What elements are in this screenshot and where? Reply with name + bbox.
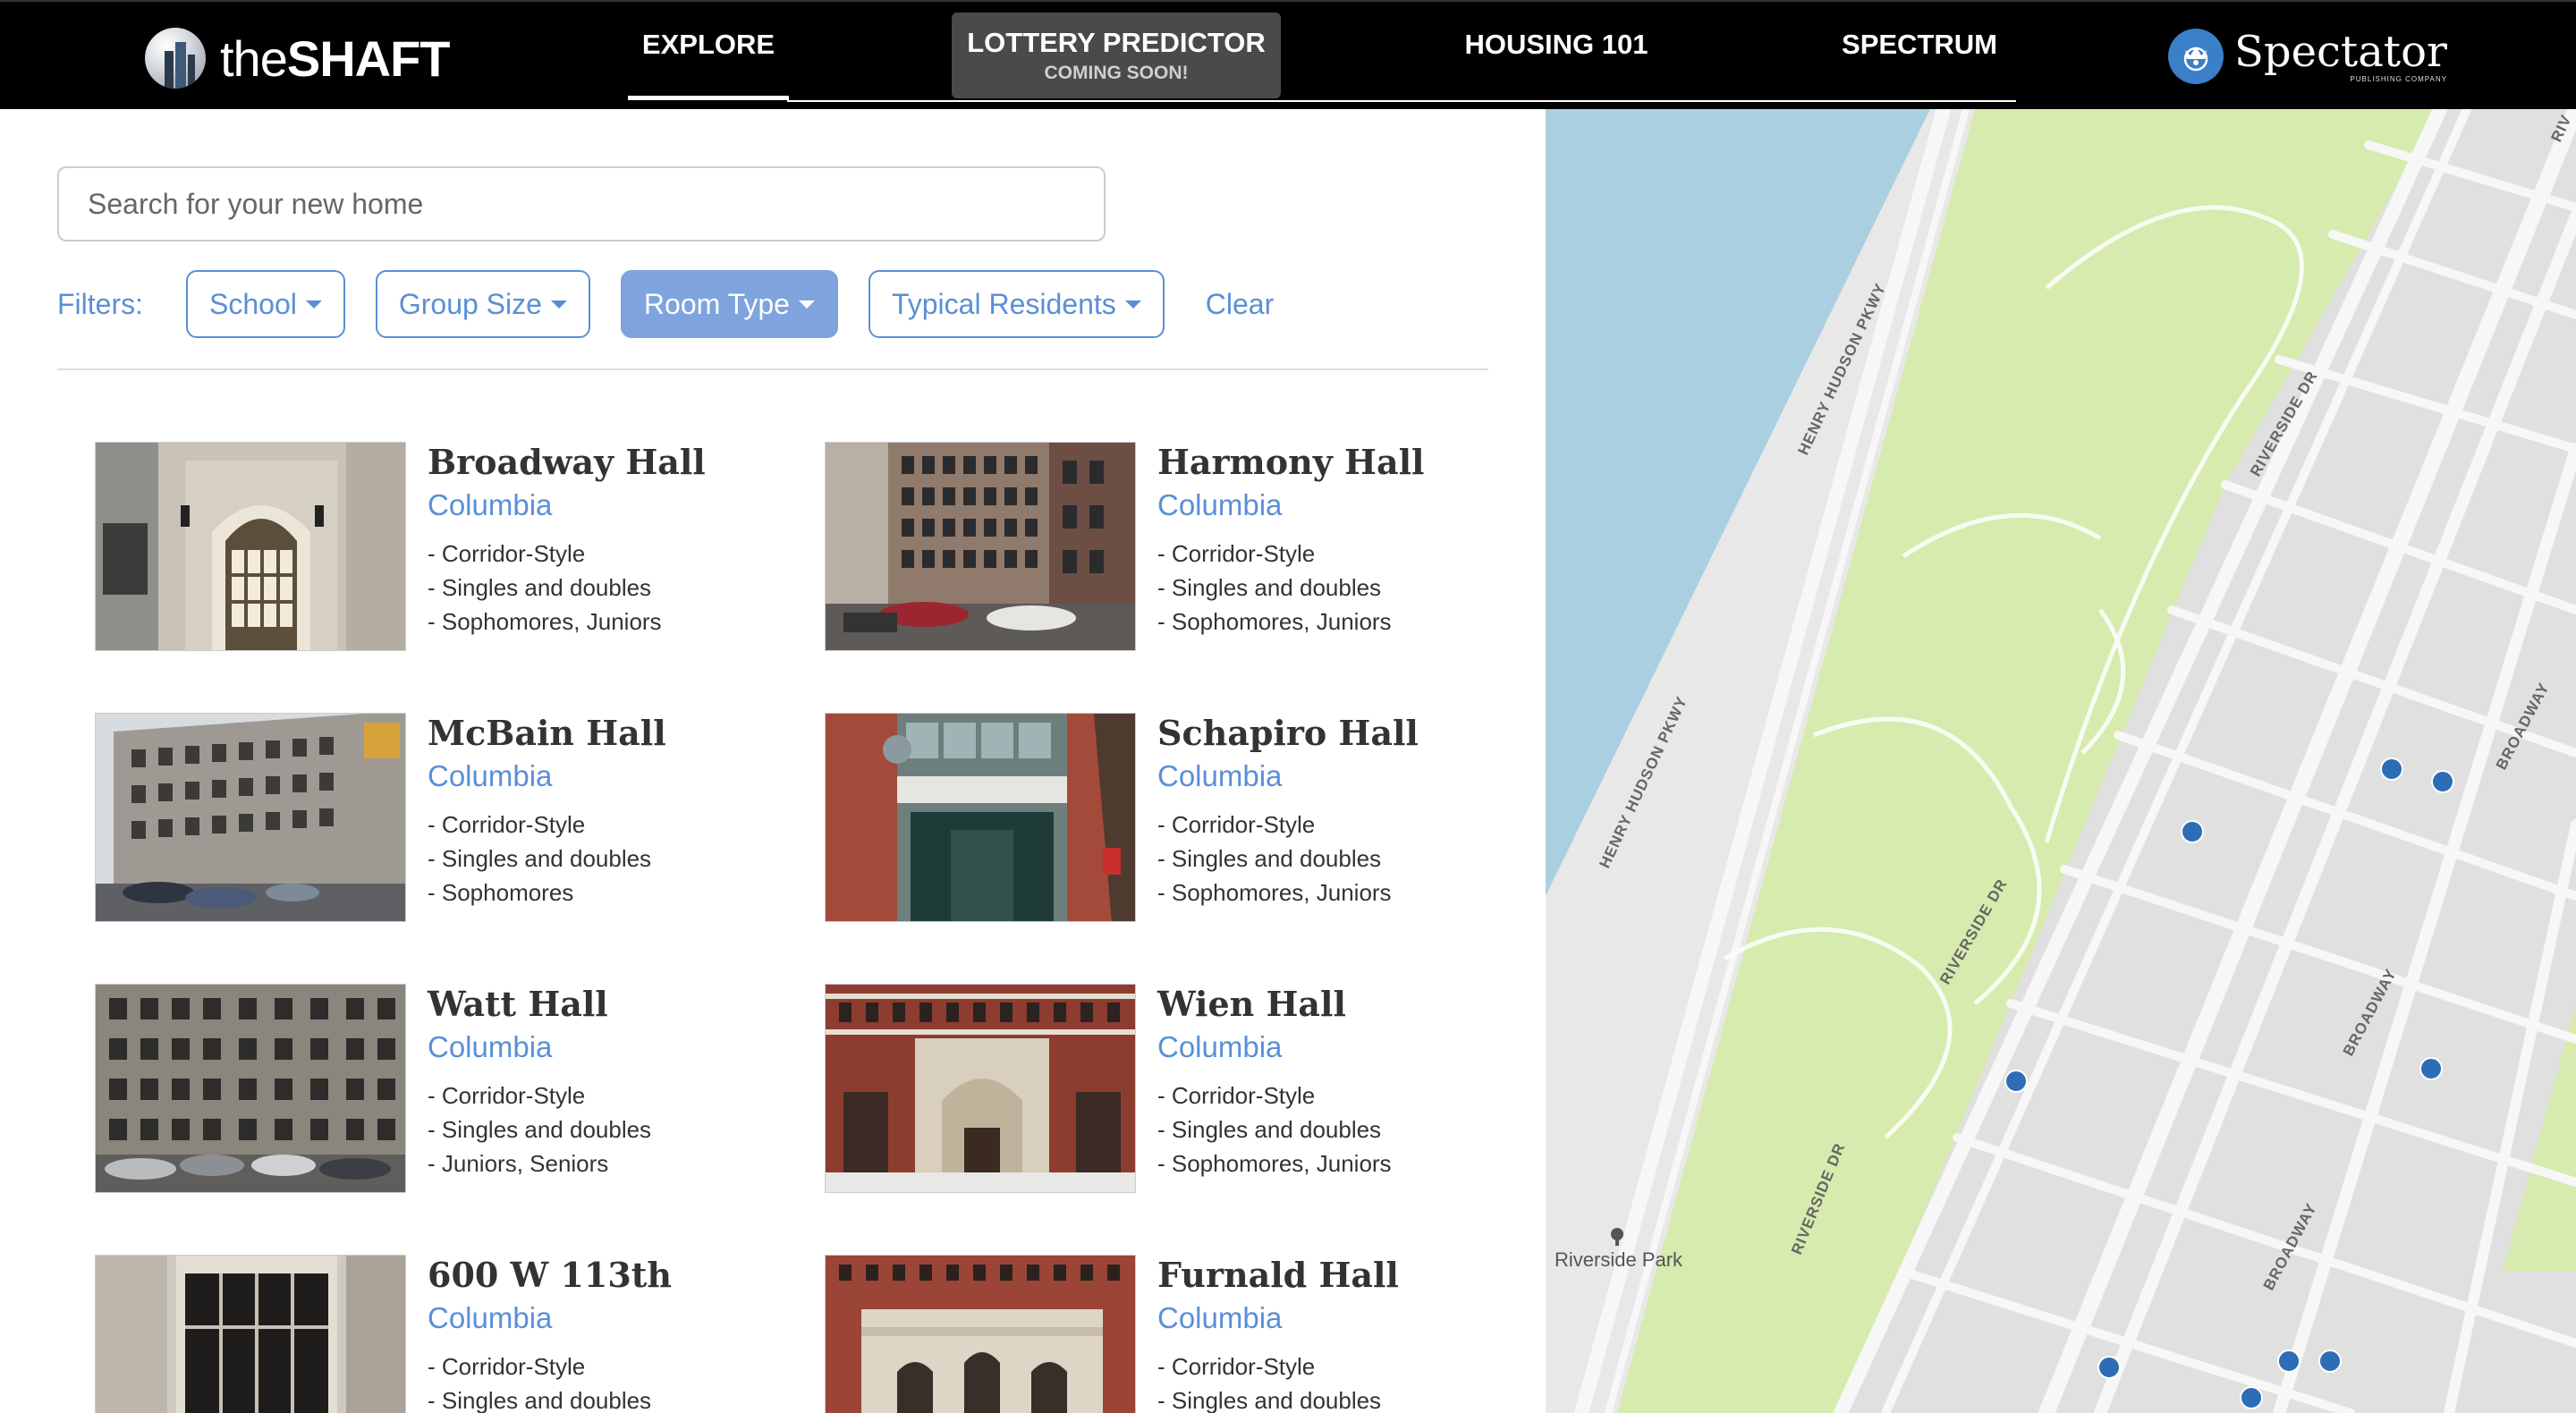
hall-feature: - Corridor-Style (428, 540, 586, 567)
filter-group-size-button[interactable]: Group Size (375, 270, 590, 338)
hall-photo (95, 442, 406, 651)
chevron-down-icon (305, 300, 322, 309)
nav-spectrum[interactable]: SPECTRUM (1830, 2, 2009, 109)
clear-filters-link[interactable]: Clear (1206, 288, 1274, 321)
hall-card-wien[interactable]: Wien Hall Columbia - Corridor-Style - Si… (825, 984, 1522, 1195)
nav-explore-label: EXPLORE (641, 29, 775, 60)
hall-school: Columbia (1157, 759, 1283, 792)
shaft-logo[interactable]: theSHAFT (145, 27, 451, 89)
hall-name[interactable]: Wien Hall (1157, 984, 1346, 1024)
hall-feature: - Corridor-Style (428, 1082, 586, 1109)
hall-photo (95, 1255, 406, 1413)
park-label: Riverside Park (1555, 1248, 1683, 1271)
hall-feature: - Corridor-Style (1157, 540, 1316, 567)
hall-feature: - Corridor-Style (1157, 1082, 1316, 1109)
coming-soon-badge: COMING SOON! (1044, 63, 1189, 83)
hall-name[interactable]: McBain Hall (428, 713, 666, 753)
filter-typical-residents-button[interactable]: Typical Residents (868, 270, 1165, 338)
nav-divider (787, 100, 2016, 102)
hall-feature: - Singles and doubles (1157, 1387, 1382, 1413)
filter-bar: Filters: School Group Size Room Type Typ… (57, 270, 1274, 338)
top-navbar: theSHAFT EXPLORE LOTTERY PREDICTOR COMIN… (0, 0, 2576, 109)
nav-lottery-label: LOTTERY PREDICTOR (967, 27, 1266, 58)
hall-school: Columbia (428, 1030, 553, 1063)
hall-name[interactable]: Broadway Hall (428, 442, 706, 482)
hall-card-broadway[interactable]: Broadway Hall Columbia - Corridor-Style … (95, 442, 792, 653)
hall-school: Columbia (1157, 1301, 1283, 1334)
filter-school-button[interactable]: School (186, 270, 345, 338)
hall-feature: - Singles and doubles (428, 1116, 652, 1143)
hall-feature: - Singles and doubles (1157, 574, 1382, 601)
hall-feature: - Sophomores, Juniors (1157, 608, 1392, 635)
search-input[interactable] (57, 166, 1106, 241)
hall-name[interactable]: 600 W 113th (428, 1255, 672, 1295)
hall-feature: - Singles and doubles (428, 574, 652, 601)
hall-photo (95, 984, 406, 1193)
hall-feature: - Singles and doubles (1157, 1116, 1382, 1143)
hall-feature: - Sophomores, Juniors (1157, 879, 1392, 906)
nav-explore[interactable]: EXPLORE (628, 2, 789, 109)
hall-feature: - Corridor-Style (428, 1353, 586, 1380)
map-view[interactable]: HENRY HUDSON PKWY HENRY HUDSON PKWY RIVE… (1546, 109, 2576, 1413)
chevron-down-icon (798, 300, 815, 309)
listing-panel: Filters: School Group Size Room Type Typ… (0, 109, 1546, 1413)
hall-card-600-w-113th[interactable]: 600 W 113th Columbia - Corridor-Style - … (95, 1255, 792, 1413)
chevron-down-icon (1124, 300, 1141, 309)
map-marker[interactable] (2097, 1356, 2121, 1379)
hall-card-schapiro[interactable]: Schapiro Hall Columbia - Corridor-Style … (825, 713, 1522, 924)
hall-school: Columbia (1157, 488, 1283, 521)
map-marker[interactable] (2431, 770, 2454, 793)
map-marker[interactable] (2004, 1070, 2028, 1093)
hall-feature: - Sophomores (428, 879, 574, 906)
hall-card-mcbain[interactable]: McBain Hall Columbia - Corridor-Style - … (95, 713, 792, 924)
hall-feature: - Corridor-Style (1157, 811, 1316, 838)
chevron-down-icon (550, 300, 567, 309)
map-marker[interactable] (2380, 757, 2403, 781)
map-marker[interactable] (2277, 1350, 2301, 1373)
hall-photo (825, 1255, 1136, 1413)
hall-name[interactable]: Furnald Hall (1157, 1255, 1399, 1295)
hall-feature: - Sophomores, Juniors (1157, 1150, 1392, 1177)
hall-photo (825, 442, 1136, 651)
hall-photo (95, 713, 406, 922)
hall-feature: - Corridor-Style (1157, 1353, 1316, 1380)
hall-school: Columbia (428, 1301, 553, 1334)
filter-divider (57, 368, 1488, 370)
hall-feature: - Singles and doubles (428, 1387, 652, 1413)
hall-school: Columbia (428, 759, 553, 792)
nav-spectrum-label: SPECTRUM (1842, 29, 1997, 60)
hall-feature: - Singles and doubles (428, 845, 652, 872)
hall-feature: - Singles and doubles (1157, 845, 1382, 872)
nav-housing-101[interactable]: HOUSING 101 (1449, 2, 1664, 109)
hall-school: Columbia (1157, 1030, 1283, 1063)
active-tab-indicator (628, 96, 789, 100)
spectator-wordmark: Spectator (2234, 26, 2447, 77)
map-marker[interactable] (2240, 1386, 2263, 1409)
hall-feature: - Juniors, Seniors (428, 1150, 609, 1177)
spectator-logo[interactable]: Spectator PUBLISHING COMPANY (2168, 29, 2447, 84)
hall-card-watt[interactable]: Watt Hall Columbia - Corridor-Style - Si… (95, 984, 792, 1195)
hall-name[interactable]: Watt Hall (428, 984, 608, 1024)
filter-room-type-button[interactable]: Room Type (620, 270, 838, 338)
hall-photo (825, 984, 1136, 1193)
filters-label: Filters: (57, 287, 143, 320)
hall-school: Columbia (428, 488, 553, 521)
nav-housing-label: HOUSING 101 (1464, 29, 1648, 60)
map-marker[interactable] (2181, 820, 2204, 843)
map-marker[interactable] (2318, 1350, 2342, 1373)
logo-wordmark: theSHAFT (220, 30, 451, 87)
hall-photo (825, 713, 1136, 922)
crown-icon (2168, 29, 2224, 84)
hall-feature: - Sophomores, Juniors (428, 608, 662, 635)
skyline-logo-icon (145, 28, 206, 89)
hall-card-furnald[interactable]: Furnald Hall Columbia - Corridor-Style -… (825, 1255, 1522, 1413)
hall-card-harmony[interactable]: Harmony Hall Columbia - Corridor-Style -… (825, 442, 1522, 653)
hall-name[interactable]: Harmony Hall (1157, 442, 1424, 482)
hall-name[interactable]: Schapiro Hall (1157, 713, 1419, 753)
map-marker[interactable] (2419, 1057, 2443, 1080)
nav-lottery-predictor[interactable]: LOTTERY PREDICTOR COMING SOON! (952, 13, 1281, 98)
hall-feature: - Corridor-Style (428, 811, 586, 838)
